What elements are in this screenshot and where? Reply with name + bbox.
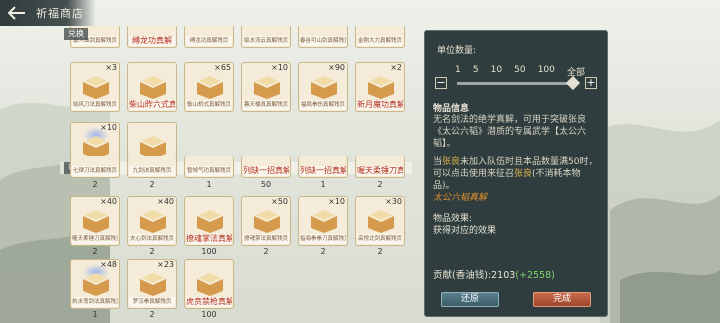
title-bar: 祈福商店 [0,0,96,26]
item-info-label: 物品信息 [433,104,470,114]
item-count: 2 [263,247,269,256]
book-icon [368,76,394,99]
item-slot[interactable]: ×40 喔夭柔锤刀真解残页 [70,196,120,246]
item-count: 100 [201,247,217,256]
item-slot[interactable]: 缚龙功真解 [127,26,177,48]
item-slot[interactable]: ×10 暮天楼真真解残页 [241,62,291,112]
contribution: 贡献(香油钱):2103(+2558) [433,270,555,281]
stop-label[interactable]: 1 [455,65,461,78]
decrease-button[interactable]: − [435,77,447,89]
back-button[interactable] [6,3,28,23]
item-slot[interactable]: 金刚大力真解残页 [355,26,405,48]
item-slot[interactable]: 七律刀法真解残页 [70,156,120,178]
book-icon [197,76,223,99]
item-slot[interactable]: 列缺一招真解 [241,156,291,178]
item-slot[interactable]: 列缺一招真解残页 [298,156,348,178]
book-icon [311,76,337,99]
item-count: 2 [377,180,383,189]
increase-button[interactable]: + [585,77,597,89]
item-count: 100 [201,310,217,319]
item-slot[interactable]: ×23 罗汉拳真解残页 [127,259,177,309]
book-icon [83,273,109,296]
book-icon [254,76,280,99]
item-count: 1 [320,180,326,189]
book-icon [140,76,166,99]
quantity-slider[interactable] [457,82,577,85]
item-slot[interactable]: ×2 新月魔功真解 [355,62,405,112]
book-icon [83,76,109,99]
book-icon [140,273,166,296]
item-count: 1 [206,180,212,189]
item-slot[interactable]: ×3 晓风刀法真解残页 [70,62,120,112]
item-slot[interactable]: ×30 高悦北剑真解残页 [355,196,405,246]
back-arrow-icon [8,6,25,20]
item-count: 1 [92,310,98,319]
stop-label[interactable]: 5 [473,65,479,78]
item-description: 无名剑法的绝学真解，可用于突破张良《太公六韬》潜质的专属武学【太公六韬】。 [433,115,587,149]
item-count: 2 [377,247,383,256]
item-slot[interactable]: 虎贲禁枪真解 [184,259,234,309]
recruit-note: 当张良未加入队伍时且本品数量满50时，可以点击使用来征召张良(不消耗本物品)。 … [433,157,598,203]
book-icon [368,210,394,233]
unit-qty-label: 单位数量: [437,46,477,56]
item-count: 2 [92,247,98,256]
item-slot[interactable]: ×90 福局拳伤真解残页 [298,62,348,112]
book-icon [197,210,223,233]
quantity-stops: 1 5 10 50 100 全部 [455,65,585,78]
item-slot[interactable]: 撩魂掌法真解 [184,196,234,246]
item-slot[interactable]: ×50 撩魂掌法真解残页 [241,196,291,246]
item-slot[interactable]: ×48 执水荡剑法真解残页 [70,259,120,309]
item-count: 2 [149,180,155,189]
item-slot[interactable]: 九剑决真解残页 [127,156,177,178]
item-slot[interactable]: 临水流云真解残页 [241,26,291,48]
item-count: 2 [149,247,155,256]
page-title: 祈福商店 [36,7,84,20]
book-icon [83,210,109,233]
item-grid[interactable]: 衡人血剑真解残页 缚龙功真解 缚龙功真解残页 临水流云真解残页 春谷可山剑真解残… [60,26,412,323]
item-slot[interactable]: ×10 指海拳拳刀真解残页 [298,196,348,246]
stop-label[interactable]: 50 [514,65,525,78]
item-count: 2 [320,247,326,256]
item-slot[interactable]: 暂悼气功真解残页 [184,156,234,178]
section-label-exchange: 兑换 [64,28,88,40]
item-slot[interactable]: ×40 夫心剑法真解残页 [127,196,177,246]
item-detail-panel: 单位数量: 1 5 10 50 100 全部 − + 物品信息 无名剑法的绝学真… [424,30,608,317]
item-slot[interactable]: 柴山昨六式真解 [127,62,177,112]
book-icon [311,210,337,233]
item-slot[interactable]: 喔天柔锤刀真解 [355,156,405,178]
item-slot[interactable]: ×65 衡山桥式真解残页 [184,62,234,112]
stop-label[interactable]: 10 [491,65,502,78]
item-count: 2 [92,180,98,189]
slider-handle[interactable] [565,75,581,91]
item-slot[interactable]: 春谷可山剑真解残页 [298,26,348,48]
effect-text: 获得对应的效果 [433,226,497,236]
item-count: 50 [260,180,272,189]
book-icon [197,273,223,296]
item-slot[interactable]: 缚龙功真解残页 [184,26,234,48]
stop-label[interactable]: 100 [538,65,555,78]
item-count: 2 [149,310,155,319]
book-icon [140,210,166,233]
book-icon [254,210,280,233]
stop-label[interactable]: 全部 [567,65,585,78]
reset-button[interactable]: 还原 [441,292,499,307]
done-button[interactable]: 完成 [533,292,591,307]
